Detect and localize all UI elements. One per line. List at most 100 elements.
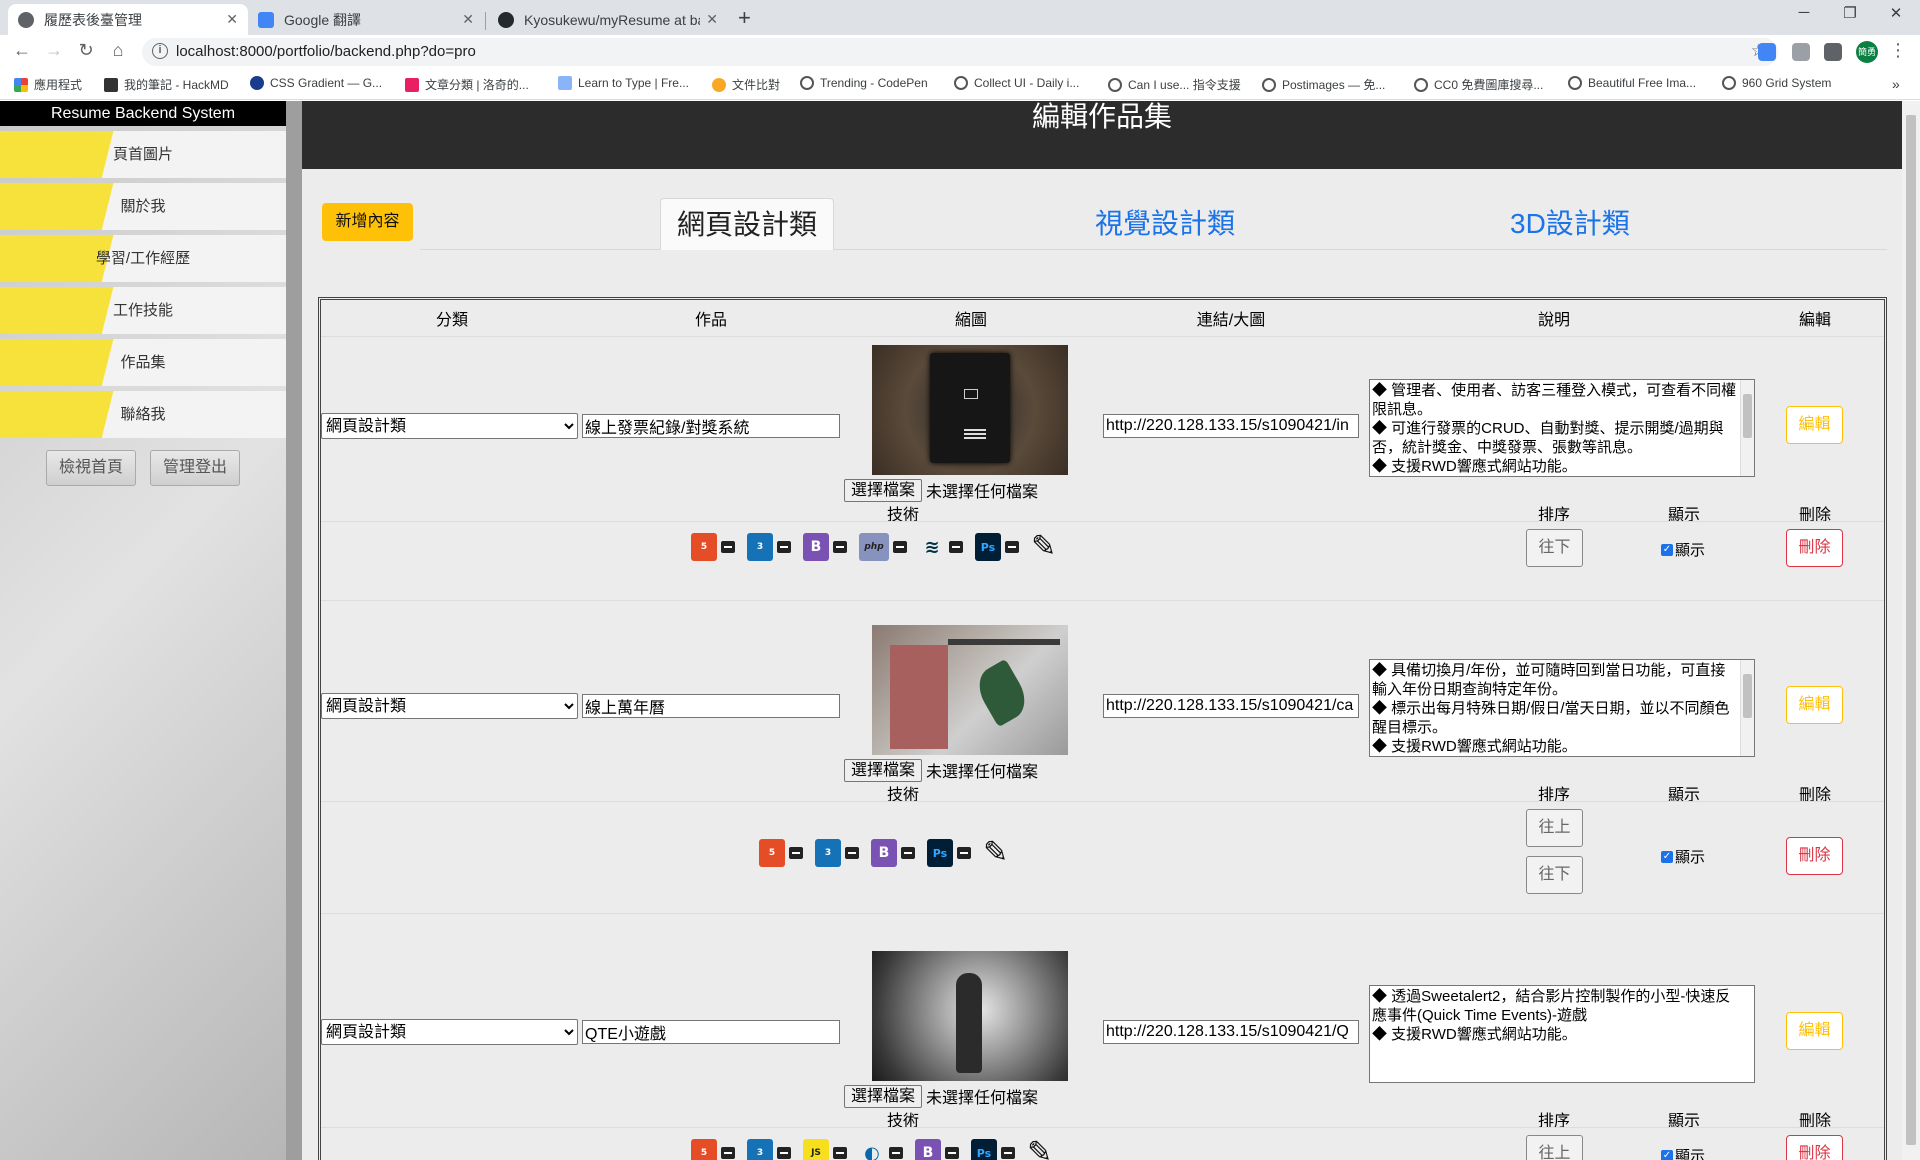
description-textarea[interactable]: ◆ 管理者、使用者、訪客三種登入模式，可查看不同權限訊息。 ◆ 可進行發票的CR… — [1369, 379, 1755, 477]
restore-icon[interactable]: ❐ — [1832, 4, 1868, 22]
show-checkbox[interactable]: ✓ — [1661, 543, 1673, 556]
edit-button[interactable]: 編輯 — [1786, 686, 1843, 724]
move-down-button[interactable]: 往下 — [1526, 856, 1583, 894]
page-scrollbar-thumb[interactable] — [1906, 115, 1916, 1145]
category-select[interactable]: 網頁設計類 — [321, 413, 578, 439]
add-content-button[interactable]: 新增內容 — [322, 203, 413, 241]
description-textarea[interactable]: ◆ 透過Sweetalert2，結合影片控制製作的小型-快速反應事件(Quick… — [1369, 985, 1755, 1083]
link-input[interactable] — [1103, 694, 1359, 718]
show-checkbox[interactable]: ✓ — [1661, 1149, 1673, 1160]
sidebar-item-about[interactable]: 關於我 — [0, 183, 286, 230]
show-toggle[interactable]: ✓ 顯示 — [1661, 539, 1705, 560]
sidebar-item-header-image[interactable]: 頁首圖片 — [0, 131, 286, 178]
description-textarea[interactable]: ◆ 具備切換月/年份，並可隨時回到當日功能，可直接輸入年份日期查詢特定年份。 ◆… — [1369, 659, 1755, 757]
bookmark-item[interactable]: 我的筆記 - HackMD — [104, 76, 229, 93]
site-info-icon[interactable]: i — [152, 43, 168, 59]
delete-button[interactable]: 刪除 — [1786, 1135, 1843, 1160]
bookmark-item[interactable]: Can I use... 指令支援 — [1108, 76, 1241, 93]
close-icon[interactable]: ✕ — [706, 11, 718, 28]
remove-tech-icon[interactable] — [833, 1147, 847, 1159]
bookmark-item[interactable]: Postimages — 免... — [1262, 76, 1385, 93]
textarea-scrollbar[interactable] — [1740, 380, 1754, 476]
file-upload[interactable]: 選擇檔案 未選擇任何檔案 — [844, 1084, 1038, 1108]
bookmark-item[interactable]: CSS Gradient — G... — [250, 76, 382, 90]
sidebar-item-portfolio[interactable]: 作品集 — [0, 339, 286, 386]
remove-tech-icon[interactable] — [957, 847, 971, 859]
close-icon[interactable]: ✕ — [226, 11, 238, 28]
remove-tech-icon[interactable] — [833, 541, 847, 553]
tab-visual-design[interactable]: 視覺設計類 — [1095, 198, 1235, 250]
sidebar-item-experience[interactable]: 學習/工作經歷 — [0, 235, 286, 282]
minimize-icon[interactable]: ─ — [1786, 4, 1822, 21]
bookmarks-overflow-icon[interactable]: » — [1892, 76, 1900, 92]
remove-tech-icon[interactable] — [789, 847, 803, 859]
remove-tech-icon[interactable] — [945, 1147, 959, 1159]
delete-button[interactable]: 刪除 — [1786, 529, 1843, 567]
menu-dots-icon[interactable]: ⋮ — [1886, 40, 1910, 61]
bookmark-item[interactable]: Collect UI - Daily i... — [954, 76, 1079, 90]
remove-tech-icon[interactable] — [901, 847, 915, 859]
view-homepage-button[interactable]: 檢視首頁 — [46, 450, 136, 486]
bookmark-item[interactable]: CC0 免費圖庫搜尋... — [1414, 76, 1543, 93]
bookmark-item[interactable]: 960 Grid System — [1722, 76, 1831, 90]
reload-icon[interactable]: ↻ — [74, 40, 98, 61]
choose-file-button[interactable]: 選擇檔案 — [844, 1084, 923, 1108]
edit-tech-icon[interactable]: ✎ — [1027, 1138, 1052, 1160]
browser-tab-active[interactable]: 履歷表後臺管理 ✕ — [8, 4, 248, 35]
work-title-input[interactable] — [582, 694, 840, 718]
address-bar[interactable]: i localhost:8000/portfolio/backend.php?d… — [142, 38, 1778, 66]
translate-extension-icon[interactable] — [1758, 43, 1776, 61]
bookmark-item[interactable]: Learn to Type | Fre... — [558, 76, 689, 90]
sidebar-item-contact[interactable]: 聯絡我 — [0, 391, 286, 438]
remove-tech-icon[interactable] — [949, 541, 963, 553]
profile-avatar[interactable]: 簡勇 — [1856, 41, 1878, 63]
window-close-icon[interactable]: ✕ — [1878, 4, 1914, 22]
show-toggle[interactable]: ✓ 顯示 — [1661, 1145, 1705, 1160]
close-icon[interactable]: ✕ — [462, 11, 474, 28]
new-tab-icon[interactable]: + — [738, 5, 751, 31]
bookmark-apps[interactable]: 應用程式 — [14, 76, 82, 93]
remove-tech-icon[interactable] — [721, 541, 735, 553]
sidebar-item-skills[interactable]: 工作技能 — [0, 287, 286, 334]
bookmark-item[interactable]: 文章分類 | 洛奇的... — [405, 76, 529, 93]
remove-tech-icon[interactable] — [1001, 1147, 1015, 1159]
link-input[interactable] — [1103, 1020, 1359, 1044]
show-checkbox[interactable]: ✓ — [1661, 850, 1673, 863]
home-icon[interactable]: ⌂ — [106, 40, 130, 61]
remove-tech-icon[interactable] — [845, 847, 859, 859]
file-upload[interactable]: 選擇檔案 未選擇任何檔案 — [844, 478, 1038, 502]
remove-tech-icon[interactable] — [721, 1147, 735, 1159]
move-up-button[interactable]: 往上 — [1526, 809, 1583, 847]
file-upload[interactable]: 選擇檔案 未選擇任何檔案 — [844, 758, 1038, 782]
move-down-button[interactable]: 往下 — [1526, 529, 1583, 567]
bookmark-item[interactable]: Trending - CodePen — [800, 76, 928, 90]
remove-tech-icon[interactable] — [1005, 541, 1019, 553]
category-select[interactable]: 網頁設計類 — [321, 1019, 578, 1045]
remove-tech-icon[interactable] — [889, 1147, 903, 1159]
choose-file-button[interactable]: 選擇檔案 — [844, 478, 923, 502]
puzzle-icon[interactable] — [1824, 43, 1842, 61]
logout-button[interactable]: 管理登出 — [150, 450, 240, 486]
edit-tech-icon[interactable]: ✎ — [1031, 532, 1056, 562]
page-scrollbar[interactable] — [1902, 101, 1920, 1160]
remove-tech-icon[interactable] — [777, 541, 791, 553]
forward-icon[interactable]: → — [42, 40, 66, 61]
bookmark-item[interactable]: 文件比對 — [712, 76, 780, 93]
link-input[interactable] — [1103, 414, 1359, 438]
show-toggle[interactable]: ✓ 顯示 — [1661, 846, 1705, 867]
work-title-input[interactable] — [582, 1020, 840, 1044]
bookmark-item[interactable]: Beautiful Free Ima... — [1568, 76, 1696, 90]
browser-tab[interactable]: Kyosukewu/myResume at back ✕ — [488, 4, 728, 35]
edit-button[interactable]: 編輯 — [1786, 1012, 1843, 1050]
remove-tech-icon[interactable] — [777, 1147, 791, 1159]
tab-web-design[interactable]: 網頁設計類 — [660, 198, 834, 250]
back-icon[interactable]: ← — [10, 40, 34, 61]
choose-file-button[interactable]: 選擇檔案 — [844, 758, 923, 782]
edit-button[interactable]: 編輯 — [1786, 406, 1843, 444]
edit-tech-icon[interactable]: ✎ — [983, 838, 1008, 868]
cast-extension-icon[interactable] — [1792, 43, 1810, 61]
category-select[interactable]: 網頁設計類 — [321, 693, 578, 719]
work-title-input[interactable] — [582, 414, 840, 438]
move-up-button[interactable]: 往上 — [1526, 1135, 1583, 1160]
browser-tab[interactable]: Google 翻譯 ✕ — [248, 4, 484, 35]
